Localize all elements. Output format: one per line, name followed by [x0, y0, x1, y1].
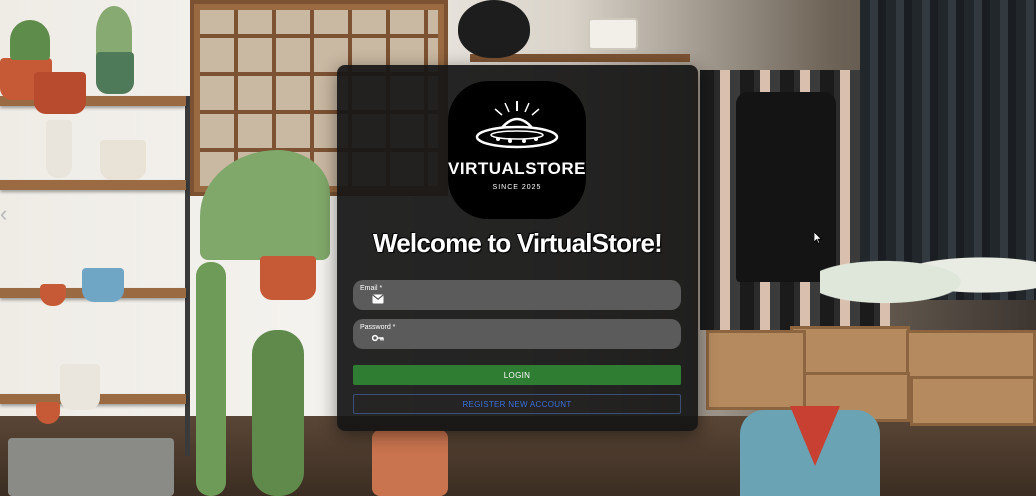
register-button[interactable]: REGISTER NEW ACCOUNT — [353, 394, 681, 414]
tin-can — [96, 52, 134, 94]
tin-can — [82, 268, 124, 302]
email-field[interactable]: Email * — [353, 280, 681, 310]
air-plants — [820, 240, 1036, 310]
wooden-crate — [910, 376, 1036, 426]
metal-drum — [372, 430, 448, 496]
cactus — [196, 262, 226, 496]
wooden-crate — [906, 330, 1036, 380]
ufo-icon — [475, 101, 559, 149]
wooden-crate — [706, 330, 806, 410]
wooden-crate — [790, 326, 910, 376]
mouse-cursor-icon — [814, 232, 822, 244]
storage-bin — [8, 438, 174, 496]
chevron-left-icon: ‹ — [0, 201, 8, 226]
plant-pot — [34, 72, 86, 114]
key-icon — [372, 334, 384, 342]
login-card: VIRTUALSTORE SINCE 2025 Welcome to Virtu… — [337, 65, 698, 431]
store-logo: VIRTUALSTORE SINCE 2025 — [448, 81, 586, 219]
page-title: Welcome to VirtualStore! — [372, 228, 663, 258]
shelf-board — [0, 180, 186, 190]
email-input[interactable] — [391, 292, 671, 306]
plant-pot — [60, 364, 100, 410]
vintage-radio — [588, 18, 638, 50]
logo-tagline: SINCE 2025 — [492, 184, 542, 191]
plant-pot — [40, 284, 66, 306]
tin-can — [100, 140, 146, 180]
mail-icon — [372, 294, 384, 304]
password-label: Password * — [360, 324, 396, 331]
plant-pot — [260, 256, 316, 300]
tin-can — [46, 120, 72, 178]
plant-leaves — [96, 6, 132, 58]
password-input[interactable] — [391, 331, 671, 345]
cactus — [252, 330, 304, 496]
email-label: Email * — [360, 285, 383, 292]
logo-wordmark: VIRTUALSTORE — [448, 159, 586, 178]
password-field[interactable]: Password * — [353, 319, 681, 349]
login-button[interactable]: LOGIN — [353, 365, 681, 385]
plant-leaves — [10, 20, 50, 60]
black-hat — [458, 0, 530, 58]
